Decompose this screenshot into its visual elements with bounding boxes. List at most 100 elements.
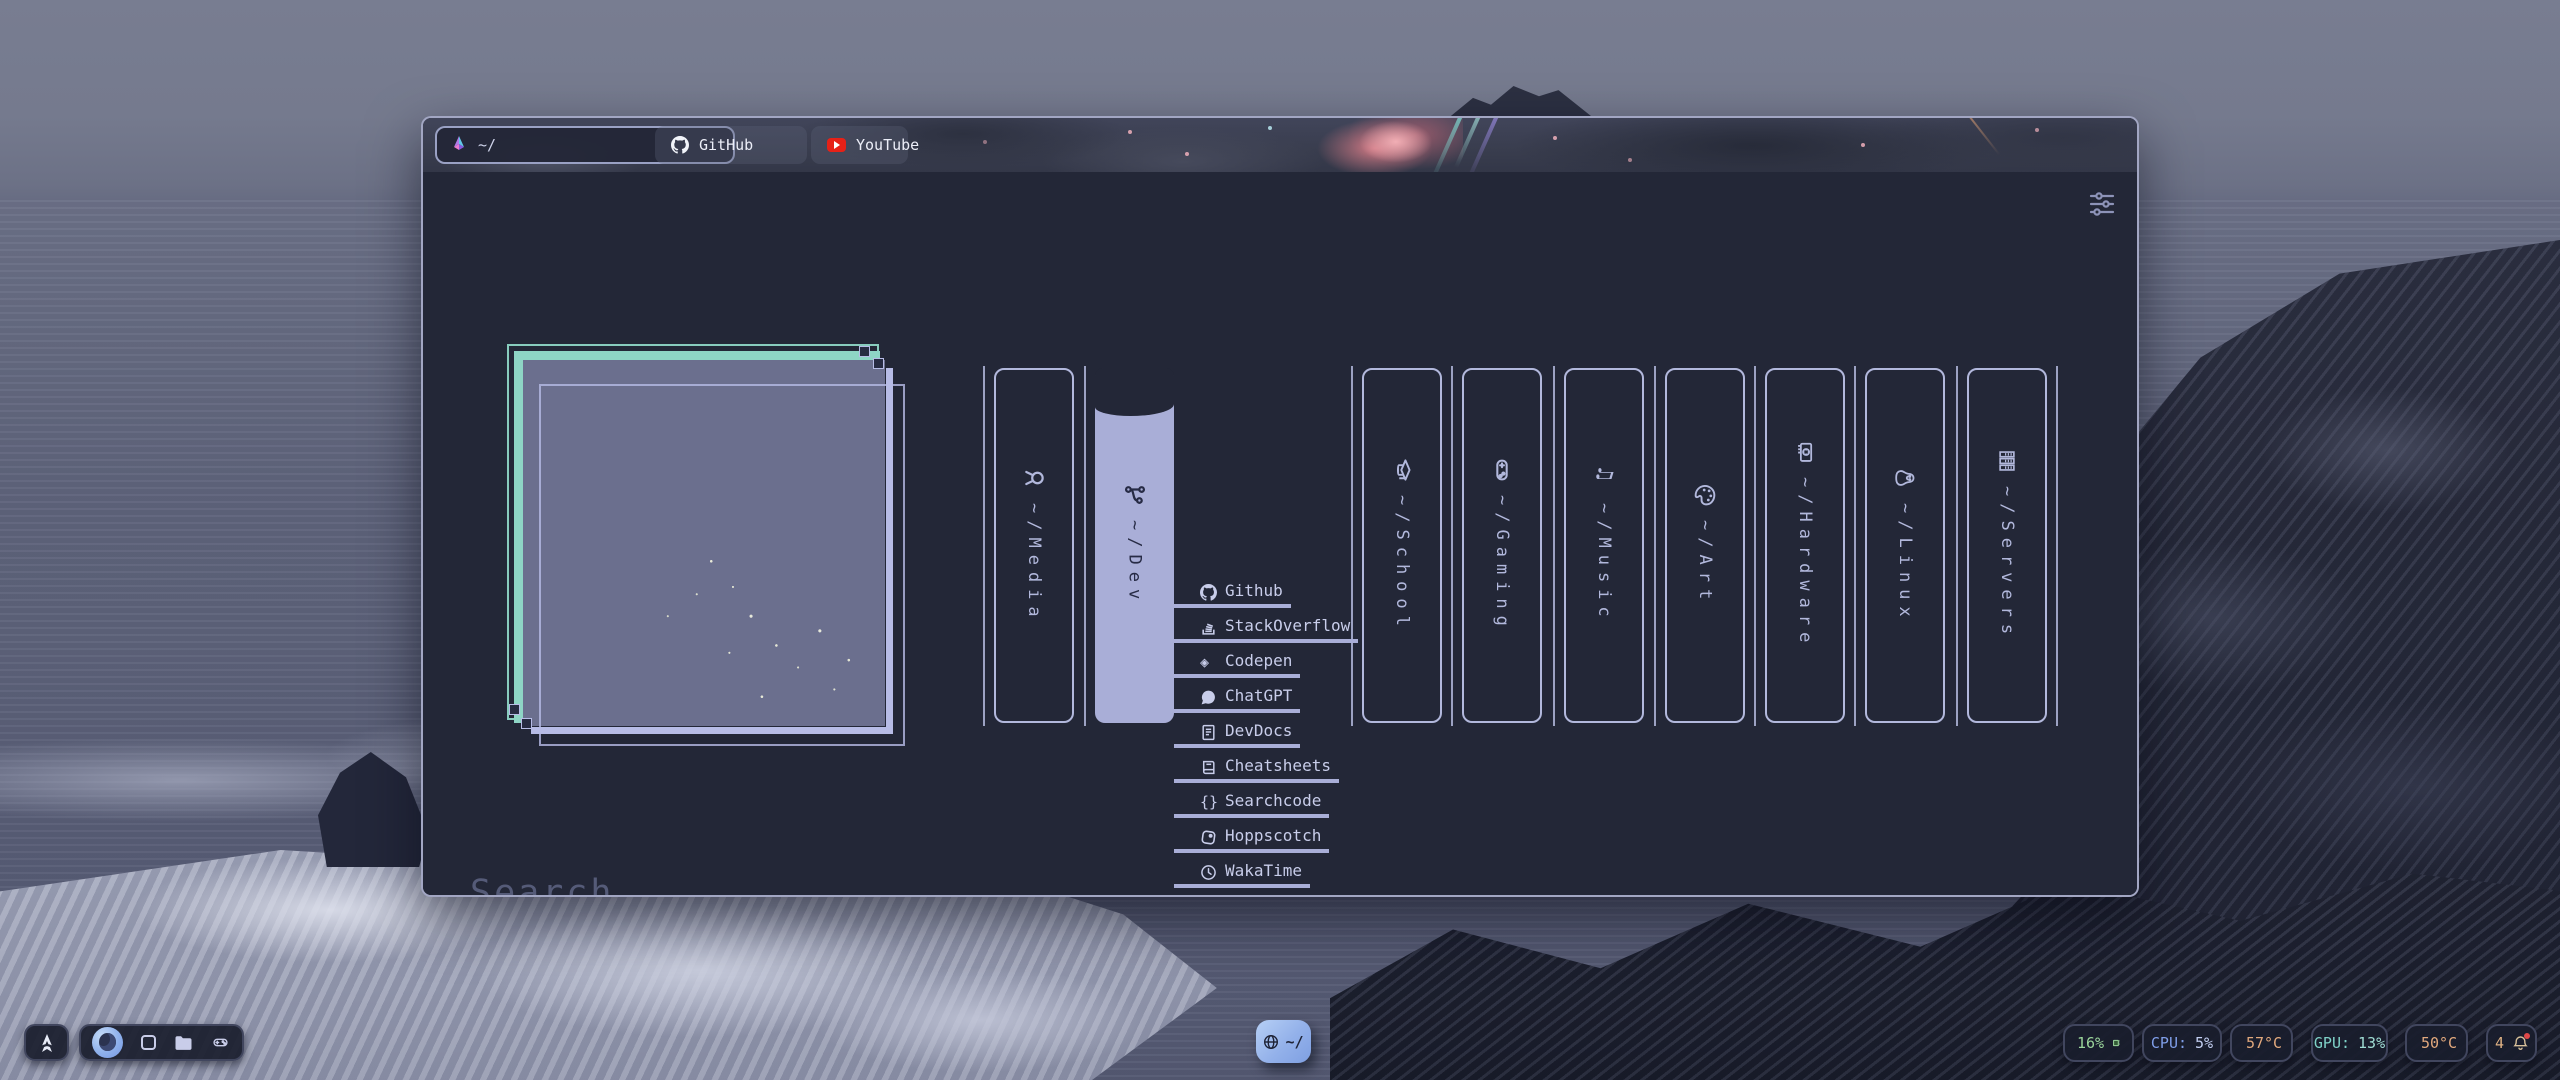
link-label: Searchcode (1225, 791, 1321, 810)
cpu-value: 5% (2195, 1034, 2213, 1052)
book-divider (1854, 366, 1856, 726)
server-rack-icon (1996, 450, 2018, 472)
gamepad-icon (1491, 459, 1513, 481)
cpu-usage-chip: CPU: 5% (2142, 1024, 2222, 1062)
link-label: Hoppscotch (1225, 826, 1321, 845)
media-tripod-icon (1023, 467, 1045, 489)
art-speck (983, 140, 987, 144)
book-servers[interactable]: ~/Servers (1967, 368, 2047, 723)
ram-usage-chip: 16% (2063, 1024, 2134, 1062)
book-media[interactable]: ~/Media (994, 368, 1074, 723)
palette-icon (1694, 484, 1716, 506)
art-speck (2035, 128, 2039, 132)
art-speck (1185, 152, 1189, 156)
notification-dot (2524, 1033, 2530, 1039)
bookshelf: ~/Media ~/Dev ~/School (423, 368, 2137, 724)
folder-icon[interactable] (174, 1035, 193, 1051)
link-hoppscotch[interactable]: Hoppscotch (1174, 823, 1329, 853)
book-divider (1654, 366, 1656, 726)
book-divider (1351, 366, 1353, 726)
music-note-icon: ♫ (1593, 467, 1615, 489)
book-music[interactable]: ♫ ~/Music (1564, 368, 1644, 723)
tab-label: YouTube (856, 136, 919, 154)
art-speck (1128, 130, 1132, 134)
link-cheatsheets[interactable]: Cheatsheets (1174, 753, 1339, 783)
link-codepen[interactable]: ◈ Codepen (1174, 648, 1300, 678)
art-speck (1628, 158, 1632, 162)
link-label: Cheatsheets (1225, 756, 1331, 775)
browser-tab-strip: ~/ GitHub YouTube (423, 118, 2137, 172)
link-stackoverflow[interactable]: StackOverflow (1174, 613, 1358, 643)
book-icon (1200, 759, 1217, 776)
gamepad-icon[interactable] (210, 1035, 231, 1050)
active-window-label: ~/ (1285, 1033, 1303, 1051)
book-hardware[interactable]: ~/Hardware (1765, 368, 1845, 723)
book-divider (1956, 366, 1958, 726)
link-devdocs[interactable]: DevDocs (1174, 718, 1300, 748)
document-icon (1200, 724, 1217, 741)
browser-logo-icon (449, 135, 469, 155)
notifications-chip[interactable]: 4 (2486, 1024, 2537, 1062)
firefox-icon[interactable] (92, 1027, 123, 1058)
book-divider (1451, 366, 1453, 726)
book-label: ~/Media (1024, 503, 1044, 624)
book-divider (1553, 366, 1555, 726)
gpu-temp-value: 50°C (2421, 1034, 2457, 1052)
desktop-wallpaper: ~/ GitHub YouTube (0, 0, 2560, 1080)
link-label: ChatGPT (1225, 686, 1292, 705)
book-label: ~/Servers (1997, 486, 2017, 641)
stackoverflow-icon (1200, 619, 1217, 636)
book-label: ~/School (1392, 495, 1412, 633)
art-speck (1553, 136, 1557, 140)
ram-chip-icon (2112, 1035, 2120, 1051)
book-dev-open[interactable]: ~/Dev (1095, 368, 1174, 723)
search-input[interactable] (470, 862, 2052, 897)
graduation-cap-icon (1391, 459, 1413, 481)
window-square-icon[interactable] (140, 1034, 157, 1051)
gpu-temp-chip: 50°C (2405, 1024, 2468, 1062)
resize-handle (859, 346, 870, 357)
notification-count: 4 (2495, 1034, 2504, 1052)
globe-icon (1263, 1034, 1279, 1050)
youtube-icon (827, 138, 846, 152)
link-label: Github (1225, 581, 1283, 600)
taskbar-apps (79, 1024, 244, 1061)
link-github[interactable]: Github (1174, 578, 1291, 608)
ram-value: 16% (2077, 1034, 2104, 1052)
filter-sliders-icon[interactable] (2087, 190, 2117, 218)
git-branch-icon (1124, 484, 1146, 506)
book-school[interactable]: ~/School (1362, 368, 1442, 723)
book-divider (983, 366, 985, 726)
book-label: ~/Linux (1895, 503, 1915, 624)
book-art[interactable]: ~/Art (1665, 368, 1745, 723)
tab-youtube[interactable]: YouTube (811, 126, 908, 164)
book-linux[interactable]: ~/Linux (1865, 368, 1945, 723)
chat-bubble-icon (1200, 689, 1217, 706)
book-divider (1084, 366, 1086, 726)
gpu-usage-chip: GPU: 13% (2311, 1024, 2388, 1062)
link-chatgpt[interactable]: ChatGPT (1174, 683, 1300, 713)
braces-icon: {} (1200, 794, 1217, 811)
gpu-value: 13% (2358, 1034, 2385, 1052)
tab-label: GitHub (699, 136, 753, 154)
cpu-label: CPU: (2151, 1034, 2187, 1052)
book-label: ~/Hardware (1795, 477, 1815, 649)
book-label: ~/Gaming (1492, 495, 1512, 633)
github-icon (1200, 584, 1217, 601)
active-window-indicator[interactable]: ~/ (1256, 1020, 1311, 1063)
url-text: ~/ (478, 136, 496, 154)
gpu-label: GPU: (2314, 1034, 2350, 1052)
github-icon (671, 136, 689, 154)
book-gaming[interactable]: ~/Gaming (1462, 368, 1542, 723)
tux-icon (1894, 467, 1916, 489)
bell-icon (2513, 1035, 2528, 1051)
launcher-button[interactable] (24, 1024, 69, 1061)
book-divider (1754, 366, 1756, 726)
cpu-temp-chip: 57°C (2230, 1024, 2293, 1062)
tab-github[interactable]: GitHub (655, 126, 807, 164)
startpage-content: ~/Media ~/Dev ~/School (423, 172, 2137, 895)
codepen-icon: ◈ (1200, 654, 1217, 671)
book-label: ~/Dev (1125, 520, 1145, 606)
link-searchcode[interactable]: {} Searchcode (1174, 788, 1329, 818)
book-label: ~/Art (1695, 520, 1715, 606)
